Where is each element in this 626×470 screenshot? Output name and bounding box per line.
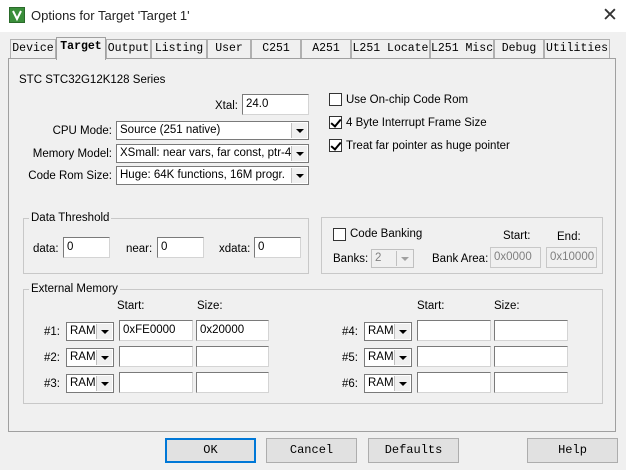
tab-device[interactable]: Device <box>10 39 56 58</box>
tab-debug[interactable]: Debug <box>494 39 544 58</box>
chevron-down-icon <box>96 376 112 391</box>
tab-utilities[interactable]: Utilities <box>544 39 610 58</box>
tab-user[interactable]: User <box>207 39 251 58</box>
ext-size-input[interactable] <box>196 372 269 393</box>
data-label: data: <box>33 243 59 255</box>
chevron-down-icon <box>96 350 112 365</box>
interrupt-frame-label: 4 Byte Interrupt Frame Size <box>346 117 487 129</box>
code-rom-size-value: Huge: 64K functions, 16M progr. <box>120 169 285 181</box>
cpu-mode-value: Source (251 native) <box>120 124 221 136</box>
chevron-down-icon <box>291 123 307 138</box>
ext-memory-type-value: RAM <box>368 377 394 389</box>
ext-size-input[interactable] <box>494 320 568 341</box>
cancel-button[interactable]: Cancel <box>266 438 357 463</box>
series-label: STC STC32G12K128 Series <box>19 74 166 86</box>
ext-memory-type-value: RAM <box>368 325 394 337</box>
chevron-down-icon <box>291 168 307 183</box>
onchip-rom-checkbox[interactable] <box>329 93 342 106</box>
ext-start-label-right: Start: <box>417 300 445 312</box>
bank-start-input[interactable]: 0x0000 <box>490 247 541 268</box>
tab-target[interactable]: Target <box>56 37 106 60</box>
tab-listing[interactable]: Listing <box>151 39 207 58</box>
keil-app-icon <box>9 7 25 23</box>
ext-memory-type-select[interactable]: RAM <box>364 348 412 367</box>
bank-end-label: End: <box>557 231 581 243</box>
ext-memory-type-select[interactable]: RAM <box>364 374 412 393</box>
bank-area-label: Bank Area: <box>432 253 489 265</box>
ext-size-input[interactable]: 0x20000 <box>196 320 269 341</box>
ext-start-input[interactable] <box>417 372 491 393</box>
xdata-label: xdata: <box>219 243 251 255</box>
ext-row-label: #6: <box>342 378 358 390</box>
code-banking-checkbox[interactable] <box>333 228 346 241</box>
tab-a251[interactable]: A251 <box>301 39 351 58</box>
ext-memory-type-value: RAM <box>70 325 96 337</box>
chevron-down-icon <box>394 350 410 365</box>
ext-size-label-left: Size: <box>197 300 223 312</box>
chevron-down-icon <box>394 324 410 339</box>
code-rom-size-label: Code Rom Size: <box>28 170 112 182</box>
xtal-input[interactable]: 24.0 <box>242 94 309 115</box>
chevron-down-icon <box>96 324 112 339</box>
far-pointer-checkbox[interactable] <box>329 139 342 152</box>
ext-start-input[interactable]: 0xFE0000 <box>119 320 193 341</box>
window-title: Options for Target 'Target 1' <box>31 8 190 23</box>
close-icon[interactable]: ✕ <box>600 4 620 26</box>
memory-model-select[interactable]: XSmall: near vars, far const, ptr-4 <box>116 144 309 163</box>
xtal-label: Xtal: <box>214 100 238 112</box>
banks-select[interactable]: 2 <box>371 249 414 268</box>
code-rom-size-select[interactable]: Huge: 64K functions, 16M progr. <box>116 166 309 185</box>
chevron-down-icon <box>394 376 410 391</box>
defaults-button[interactable]: Defaults <box>368 438 459 463</box>
code-banking-label: Code Banking <box>350 228 423 240</box>
data-threshold-input[interactable]: 0 <box>63 237 110 258</box>
ext-size-label-right: Size: <box>494 300 520 312</box>
bank-start-label: Start: <box>503 230 531 242</box>
ext-start-input[interactable] <box>417 346 491 367</box>
tab-output[interactable]: Output <box>106 39 151 58</box>
cpu-mode-select[interactable]: Source (251 native) <box>116 121 309 140</box>
tab-l251-misc[interactable]: L251 Misc <box>430 39 494 58</box>
data-threshold-title: Data Threshold <box>29 211 112 225</box>
bank-end-input[interactable]: 0x10000 <box>546 247 597 268</box>
ext-row-label: #1: <box>44 326 60 338</box>
ext-memory-type-select[interactable]: RAM <box>364 322 412 341</box>
ext-size-input[interactable] <box>494 372 568 393</box>
ext-size-input[interactable] <box>196 346 269 367</box>
chevron-down-icon <box>291 146 307 161</box>
memory-model-value: XSmall: near vars, far const, ptr-4 <box>120 147 292 159</box>
banks-label: Banks: <box>333 253 369 265</box>
memory-model-label: Memory Model: <box>32 148 112 160</box>
tab-c251[interactable]: C251 <box>251 39 301 58</box>
interrupt-frame-checkbox[interactable] <box>329 116 342 129</box>
ext-row-label: #4: <box>342 326 358 338</box>
ext-memory-type-select[interactable]: RAM <box>66 322 114 341</box>
ext-start-label-left: Start: <box>117 300 145 312</box>
help-button[interactable]: Help <box>527 438 618 463</box>
ext-start-input[interactable] <box>119 346 193 367</box>
ext-size-input[interactable] <box>494 346 568 367</box>
chevron-down-icon <box>396 251 412 266</box>
ext-start-input[interactable] <box>119 372 193 393</box>
near-threshold-input[interactable]: 0 <box>157 237 204 258</box>
ext-row-label: #5: <box>342 352 358 364</box>
ext-row-label: #3: <box>44 378 60 390</box>
xdata-threshold-input[interactable]: 0 <box>254 237 301 258</box>
ok-button[interactable]: OK <box>165 438 256 463</box>
banks-value: 2 <box>375 252 382 264</box>
ext-memory-type-select[interactable]: RAM <box>66 374 114 393</box>
onchip-rom-label: Use On-chip Code Rom <box>346 94 469 106</box>
tab-l251-locate[interactable]: L251 Locate <box>351 39 430 58</box>
far-pointer-label: Treat far pointer as huge pointer <box>346 140 510 152</box>
ext-start-input[interactable] <box>417 320 491 341</box>
ext-memory-type-select[interactable]: RAM <box>66 348 114 367</box>
external-memory-title: External Memory <box>29 282 120 296</box>
cpu-mode-label: CPU Mode: <box>52 125 112 137</box>
ext-memory-type-value: RAM <box>368 351 394 363</box>
ext-memory-type-value: RAM <box>70 377 96 389</box>
near-label: near: <box>126 243 153 255</box>
ext-row-label: #2: <box>44 352 60 364</box>
ext-memory-type-value: RAM <box>70 351 96 363</box>
